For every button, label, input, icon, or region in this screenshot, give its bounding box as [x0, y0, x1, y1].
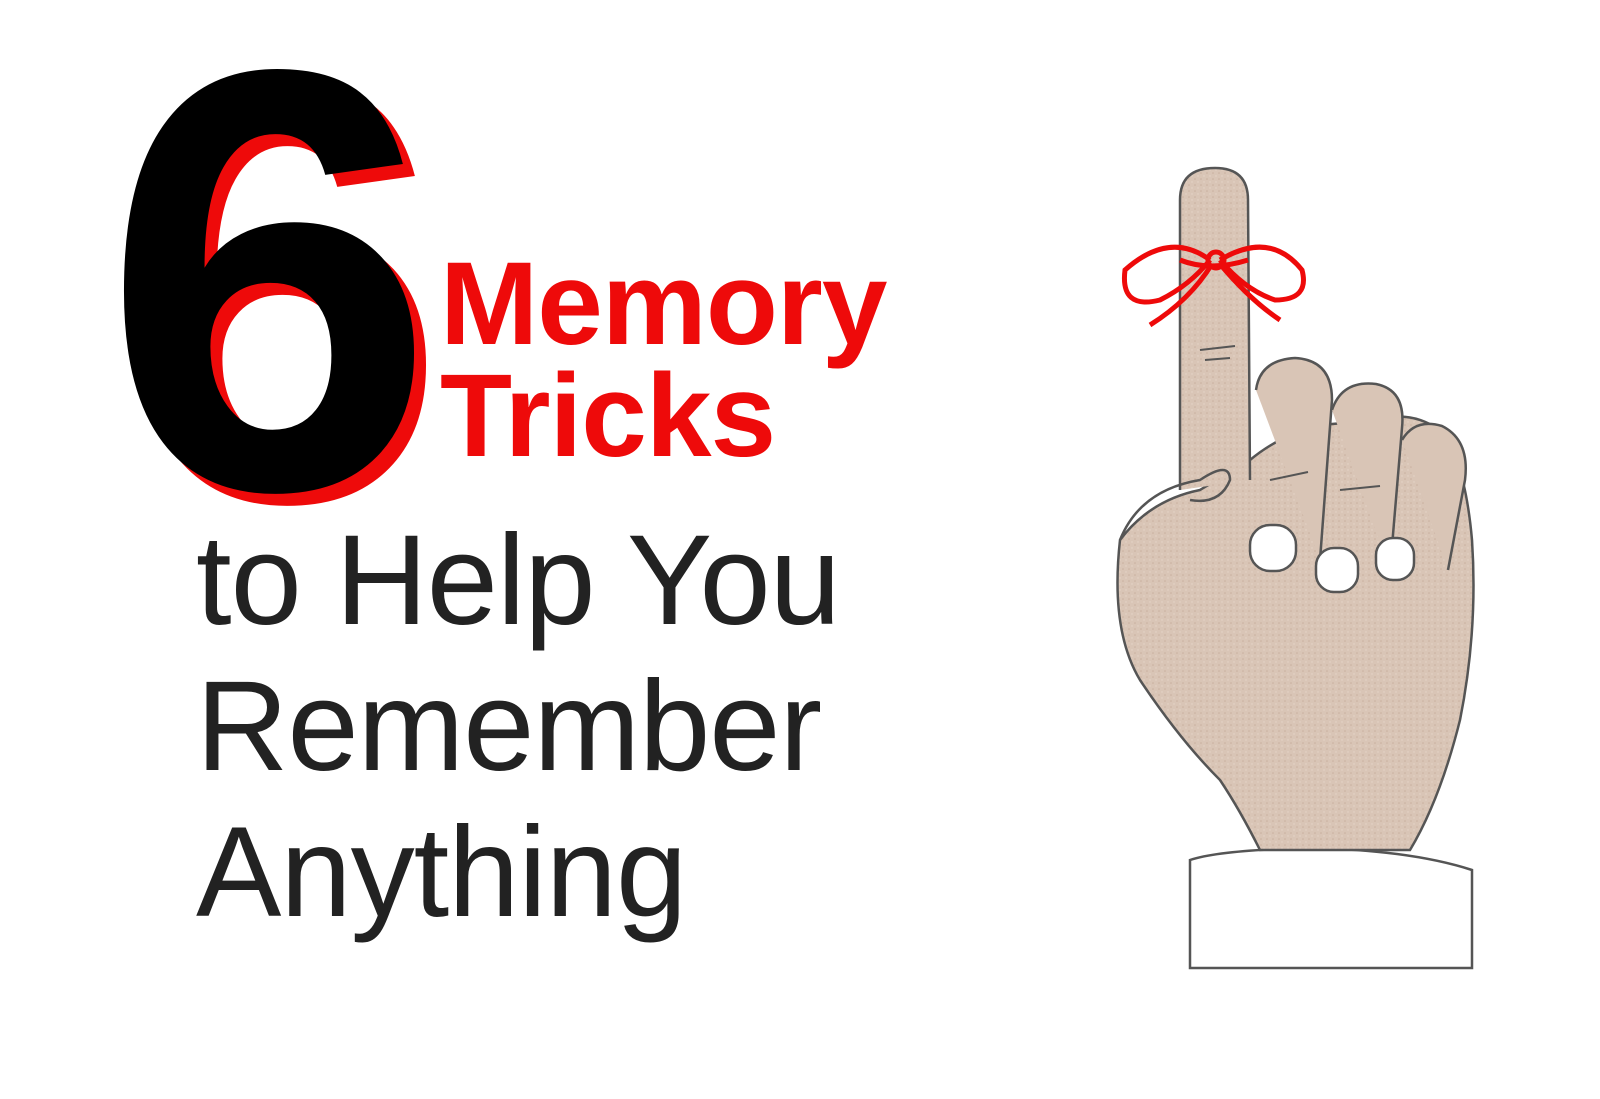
big-number-six: 6 6: [96, 0, 448, 628]
black-heading-line-2: Remember: [196, 655, 822, 798]
sleeve-shape: [1188, 846, 1474, 970]
hand-illustration: [1116, 166, 1475, 970]
black-heading-line-1: to Help You: [196, 509, 841, 652]
nail-2: [1314, 546, 1360, 594]
black-heading: to Help You Remember Anything: [196, 508, 841, 946]
nail-1: [1248, 523, 1298, 573]
red-heading-line-2: Tricks: [440, 350, 776, 482]
red-heading: Memory Tricks: [440, 238, 887, 482]
index-finger-shape: [1178, 166, 1252, 490]
hand-with-string-icon: [1080, 160, 1530, 1000]
number-six-graphic: 6 6: [102, 0, 448, 628]
black-heading-line-3: Anything: [196, 801, 687, 944]
red-heading-line-1: Memory: [440, 238, 887, 370]
nail-3: [1374, 536, 1416, 582]
poster: 6 6 Memory Tricks to Help You Remember A…: [0, 0, 1600, 1099]
